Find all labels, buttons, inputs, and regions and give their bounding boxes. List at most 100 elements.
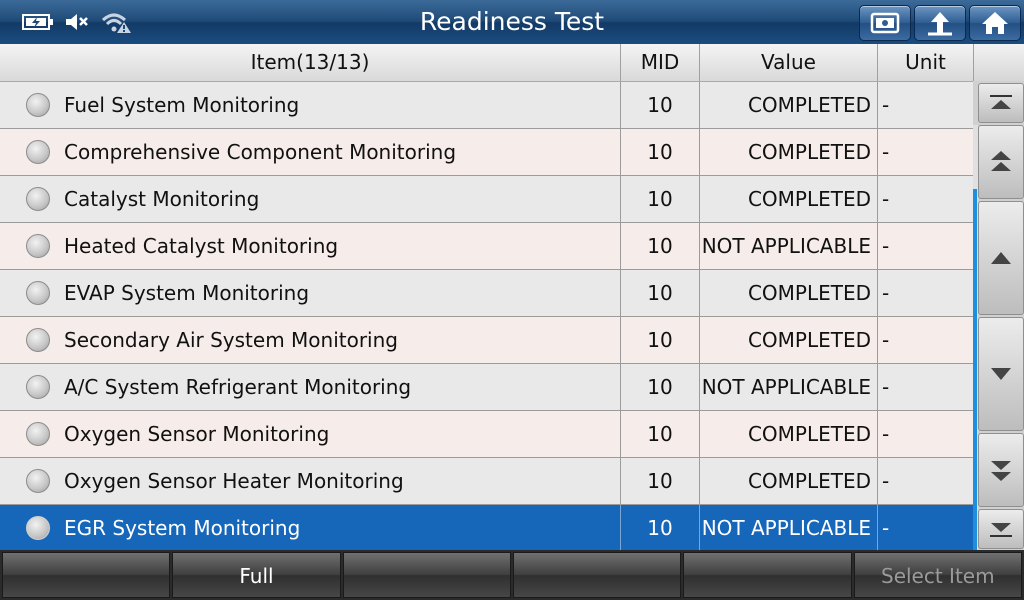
- print-screen-icon: [869, 11, 901, 35]
- value-cell: NOT APPLICABLE: [700, 223, 878, 269]
- value-cell: COMPLETED: [700, 411, 878, 457]
- item-name: A/C System Refrigerant Monitoring: [64, 375, 412, 399]
- value-cell: NOT APPLICABLE: [700, 364, 878, 410]
- line-up-button[interactable]: [978, 201, 1024, 315]
- table-row[interactable]: Comprehensive Component Monitoring 10 COMP…: [0, 129, 973, 176]
- table-row[interactable]: EVAP System Monitoring 10 COMPLETED -: [0, 270, 973, 317]
- table-row[interactable]: A/C System Refrigerant Monitoring 10 NOT A…: [0, 364, 973, 411]
- item-name: EVAP System Monitoring: [64, 281, 310, 305]
- scroll-thumb[interactable]: [973, 189, 977, 550]
- function-button-4[interactable]: [512, 552, 682, 598]
- item-cell: Oxygen Sensor Monitoring: [0, 411, 621, 457]
- unit-cell: -: [882, 469, 890, 493]
- scroll-panel: [973, 44, 1024, 550]
- mid-cell: 10: [621, 270, 700, 316]
- unit-cell: -: [882, 140, 890, 164]
- page-up-icon: [988, 149, 1014, 175]
- home-icon: [980, 10, 1010, 36]
- back-up-icon: [925, 10, 955, 36]
- column-header-mid: MID: [621, 44, 700, 81]
- radio-indicator-icon[interactable]: [26, 516, 50, 540]
- item-cell: EVAP System Monitoring: [0, 270, 621, 316]
- home-button[interactable]: [969, 5, 1021, 41]
- mid-cell: 10: [621, 364, 700, 410]
- mid-cell: 10: [621, 411, 700, 457]
- mid-cell: 10: [621, 129, 700, 175]
- unit-cell: -: [882, 93, 890, 117]
- radio-indicator-icon[interactable]: [26, 375, 50, 399]
- value-cell: NOT APPLICABLE: [700, 505, 878, 551]
- mid-cell: 10: [621, 317, 700, 363]
- print-screen-button[interactable]: [859, 5, 911, 41]
- function-button-5[interactable]: [683, 552, 852, 598]
- value-cell: COMPLETED: [700, 129, 878, 175]
- line-down-button[interactable]: [978, 317, 1024, 431]
- table-header: Item(13/13) MID Value Unit: [0, 44, 973, 82]
- item-cell: Catalyst Monitoring: [0, 176, 621, 222]
- scroll-header: [973, 44, 1024, 81]
- page-up-button[interactable]: [978, 125, 1024, 199]
- item-cell: A/C System Refrigerant Monitoring: [0, 364, 621, 410]
- readiness-table: Item(13/13) MID Value Unit Fuel System M…: [0, 44, 973, 552]
- table-row[interactable]: Oxygen Sensor Heater Monitoring 10 COMPLET…: [0, 458, 973, 505]
- radio-indicator-icon[interactable]: [26, 234, 50, 258]
- page-down-icon: [988, 457, 1014, 483]
- scroll-bottom-icon: [988, 520, 1014, 538]
- table-row[interactable]: Catalyst Monitoring 10 COMPLETED -: [0, 176, 973, 223]
- item-cell: Secondary Air System Monitoring: [0, 317, 621, 363]
- item-cell: Fuel System Monitoring: [0, 82, 621, 128]
- table-row[interactable]: Oxygen Sensor Monitoring 10 COMPLETED -: [0, 411, 973, 458]
- mid-cell: 10: [621, 458, 700, 504]
- line-down-icon: [988, 365, 1014, 383]
- item-cell: Oxygen Sensor Heater Monitoring: [0, 458, 621, 504]
- item-cell: Heated Catalyst Monitoring: [0, 223, 621, 269]
- title-bar: Readiness Test: [0, 0, 1024, 44]
- unit-cell: -: [882, 328, 890, 352]
- table-row[interactable]: Fuel System Monitoring 10 COMPLETED -: [0, 82, 973, 129]
- unit-cell: -: [882, 234, 890, 258]
- page-down-button[interactable]: [978, 433, 1024, 507]
- item-cell: Comprehensive Component Monitoring: [0, 129, 621, 175]
- column-header-unit: Unit: [905, 50, 946, 74]
- unit-cell: -: [882, 516, 890, 540]
- mid-cell: 10: [621, 176, 700, 222]
- radio-indicator-icon[interactable]: [26, 422, 50, 446]
- value-cell: COMPLETED: [700, 176, 878, 222]
- table-row[interactable]: Secondary Air System Monitoring 10 COMPLET…: [0, 317, 973, 364]
- item-name: Fuel System Monitoring: [64, 93, 300, 117]
- unit-cell: -: [882, 187, 890, 211]
- back-button[interactable]: [914, 5, 966, 41]
- full-button[interactable]: Full: [172, 552, 341, 598]
- item-cell: EGR System Monitoring: [0, 505, 621, 551]
- function-button-3[interactable]: [342, 552, 511, 598]
- radio-indicator-icon[interactable]: [26, 328, 50, 352]
- radio-indicator-icon[interactable]: [26, 469, 50, 493]
- item-name: Heated Catalyst Monitoring: [64, 234, 339, 258]
- radio-indicator-icon[interactable]: [26, 281, 50, 305]
- item-name: EGR System Monitoring: [64, 516, 301, 540]
- unit-cell: -: [882, 281, 890, 305]
- value-cell: COMPLETED: [700, 82, 878, 128]
- table-row[interactable]: EGR System Monitoring 10 NOT APPLICABLE -: [0, 505, 973, 552]
- column-header-item: Item(13/13): [0, 44, 621, 81]
- mid-cell: 10: [621, 82, 700, 128]
- scroll-bottom-button[interactable]: [978, 509, 1024, 549]
- mid-cell: 10: [621, 223, 700, 269]
- item-name: Comprehensive Component Monitoring: [64, 140, 457, 164]
- item-name: Oxygen Sensor Monitoring: [64, 422, 330, 446]
- radio-indicator-icon[interactable]: [26, 187, 50, 211]
- value-cell: COMPLETED: [700, 317, 878, 363]
- radio-indicator-icon[interactable]: [26, 93, 50, 117]
- column-header-value: Value: [700, 44, 878, 81]
- scroll-top-button[interactable]: [978, 83, 1024, 123]
- item-name: Oxygen Sensor Heater Monitoring: [64, 469, 404, 493]
- select-item-button[interactable]: Select Item: [853, 552, 1022, 598]
- unit-cell: -: [882, 422, 890, 446]
- radio-indicator-icon[interactable]: [26, 140, 50, 164]
- table-body: Fuel System Monitoring 10 COMPLETED - Compre…: [0, 82, 973, 552]
- value-cell: COMPLETED: [700, 270, 878, 316]
- table-row[interactable]: Heated Catalyst Monitoring 10 NOT APPLICAB…: [0, 223, 973, 270]
- function-button-1[interactable]: [2, 552, 171, 598]
- mid-cell: 10: [621, 505, 700, 551]
- bottom-toolbar: Full Select Item: [0, 550, 1024, 600]
